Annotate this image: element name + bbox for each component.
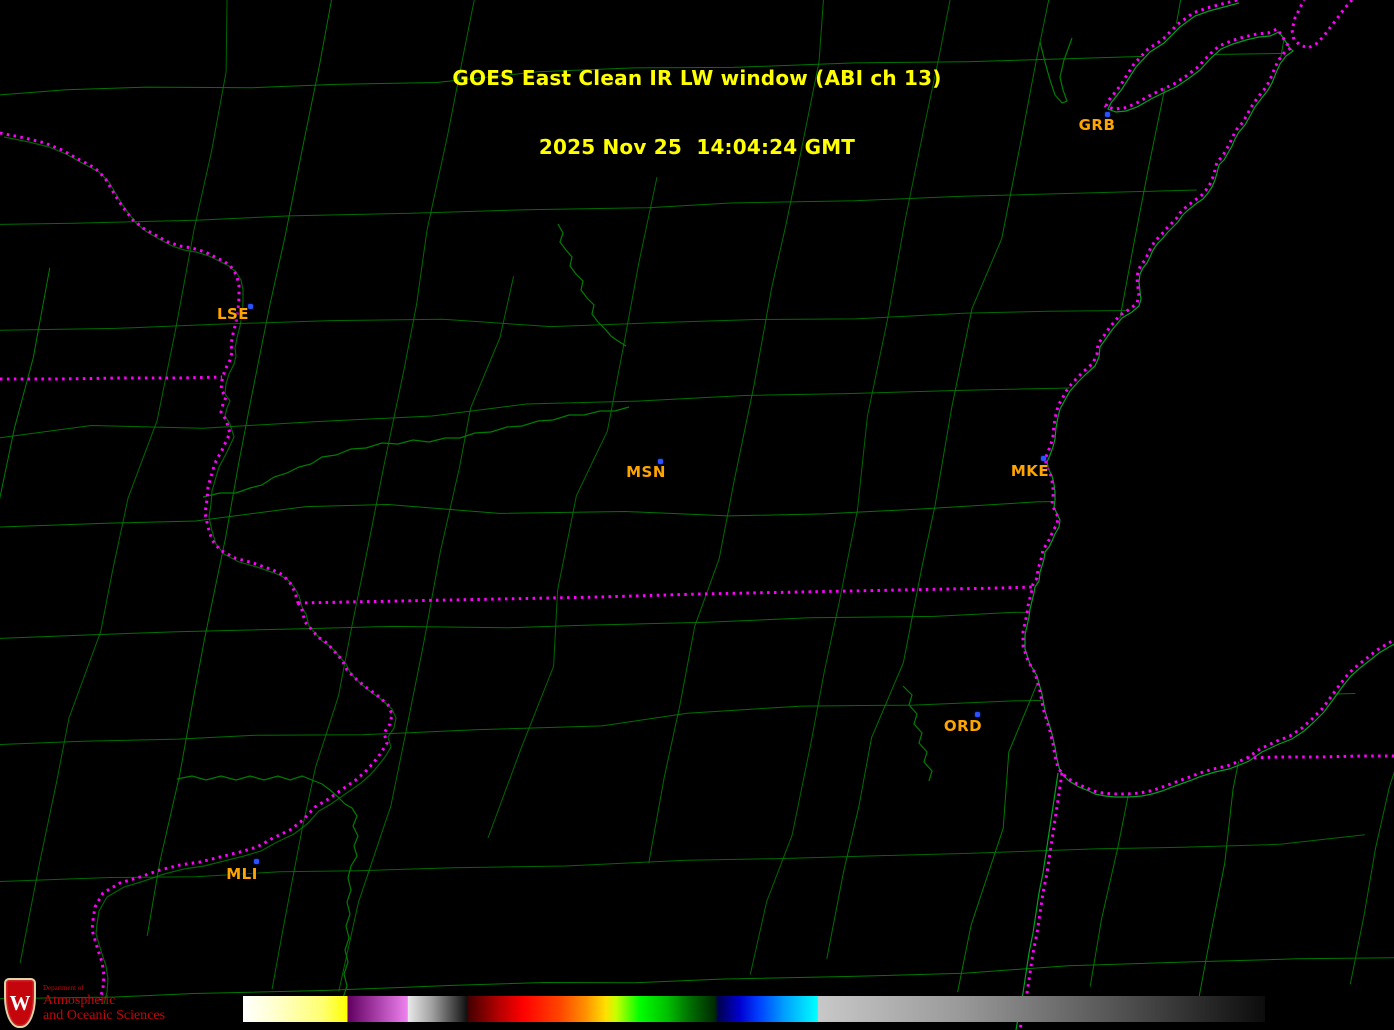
county-boundary-line	[488, 177, 657, 838]
state-border-lake-south	[1247, 756, 1394, 758]
county-boundary-line	[0, 268, 50, 918]
logo-name-line2: and Oceanic Sciences	[43, 1008, 165, 1023]
station-label-LSE: LSE	[217, 305, 249, 323]
state-border-il-in	[1020, 773, 1062, 1030]
logo-text: Department of Atmospheric and Oceanic Sc…	[43, 984, 165, 1023]
rock-river-line	[177, 776, 358, 1010]
station-label-ORD: ORD	[944, 717, 982, 735]
fox-river-line	[903, 686, 932, 781]
station-label-MLI: MLI	[226, 865, 258, 883]
uw-crest-icon: W	[4, 978, 36, 1028]
logo-dept-line: Department of	[43, 984, 165, 992]
county-boundary-line	[339, 276, 514, 991]
dells-river-line	[558, 224, 626, 346]
title-block: GOES East Clean IR LW window (ABI ch 13)…	[0, 21, 1394, 205]
il-in-green-line	[1016, 773, 1058, 1030]
map-root: GOES East Clean IR LW window (ABI ch 13)…	[0, 0, 1394, 1030]
image-title: GOES East Clean IR LW window (ABI ch 13)	[0, 67, 1394, 90]
state-border-wi-il	[298, 587, 1033, 603]
county-boundary-line	[0, 958, 1394, 999]
crest-letter: W	[10, 993, 31, 1014]
station-label-GRB: GRB	[1079, 116, 1116, 134]
station-label-MSN: MSN	[626, 463, 666, 481]
station-label-MKE: MKE	[1011, 462, 1049, 480]
image-timestamp: 2025 Nov 25 14:04:24 GMT	[0, 136, 1394, 159]
state-border-mississippi-lower	[92, 603, 392, 1000]
state-border-mn-ia	[0, 377, 222, 379]
uw-aos-logo: W Department of Atmospheric and Oceanic …	[4, 978, 165, 1028]
mississippi-bank-green-lower	[96, 607, 396, 1004]
logo-name-line1: Atmospheric	[43, 993, 165, 1008]
station-dot-MLI	[254, 859, 259, 864]
wisconsin-river-line	[203, 407, 629, 497]
mississippi-bank-green-upper	[4, 137, 302, 607]
colorbar	[243, 996, 1265, 1022]
station-dot-MKE	[1041, 456, 1046, 461]
county-boundary-line	[0, 835, 1365, 882]
